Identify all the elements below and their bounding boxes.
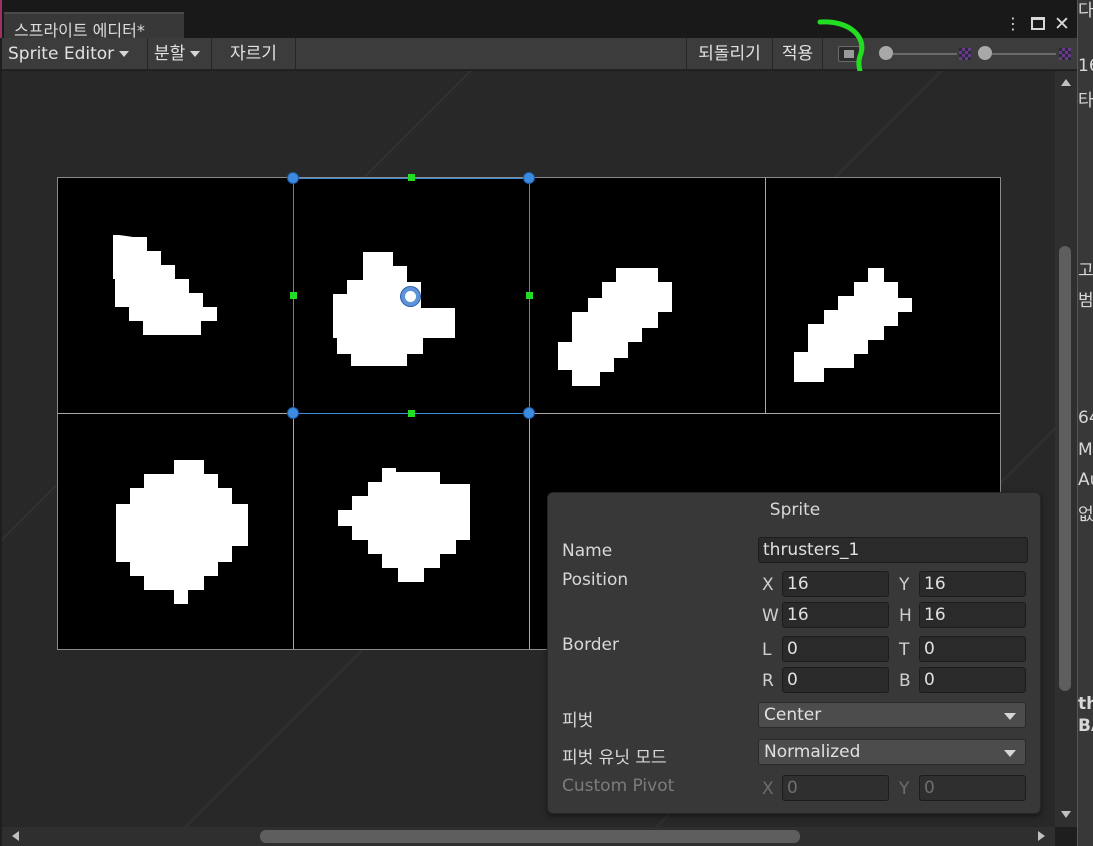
custom-pivot-y-field: 0 [919,775,1026,801]
trim-button[interactable]: 자르기 [212,38,296,70]
pivot-label: 피벗 [562,711,594,731]
inspector-text: 64 [1078,408,1093,428]
scroll-left-icon[interactable] [12,831,19,841]
slice-grid-line [765,178,766,414]
resize-handle-bottom-left[interactable] [287,407,299,419]
border-label: Border [562,635,619,655]
resize-handle-bottom-right[interactable] [523,407,535,419]
maximize-icon[interactable] [1028,14,1048,34]
revert-button[interactable]: 되돌리기 [687,38,773,70]
resize-handle-top-left[interactable] [287,172,299,184]
scroll-up-icon[interactable] [1061,79,1071,86]
l-axis-label: L [762,640,772,660]
chevron-down-icon [119,51,130,57]
name-label: Name [562,541,613,561]
resize-handle-right[interactable] [526,292,533,299]
mip-slider-knob[interactable] [978,46,992,60]
checker-large-icon [1059,48,1071,60]
scroll-right-icon[interactable] [1038,831,1045,841]
pivot-unit-mode-value: Normalized [764,742,861,762]
inspector-strip: 다 16 타 고 범 64 Mi Au 없 th BA [1077,0,1093,846]
sprite-thrusters-5[interactable] [336,468,496,618]
inspector-text: th [1078,694,1093,714]
position-y-field[interactable]: 16 [919,571,1026,597]
chevron-down-icon [1004,750,1016,757]
sprite-editor-toolbar: Sprite Editor 분할 자르기 되돌리기 적용 [2,38,1077,70]
checker-small-icon [959,48,971,60]
inspector-text: Au [1078,470,1093,490]
apply-button[interactable]: 적용 [773,38,823,70]
custom-pivot-label: Custom Pivot [562,776,675,796]
horizontal-scrollbar[interactable] [2,827,1055,846]
revert-label: 되돌리기 [698,44,761,64]
inspector-text: 16 [1078,56,1093,76]
sprite-properties-panel: Sprite Name thrusters_1 Position X 16 Y … [547,492,1041,814]
editor-mode-label: Sprite Editor [8,44,115,64]
sprite-thrusters-4[interactable] [116,458,256,628]
horizontal-scroll-thumb[interactable] [260,830,800,843]
scroll-down-icon[interactable] [1061,811,1071,818]
apply-label: 적용 [781,44,814,64]
editor-mode-dropdown[interactable]: Sprite Editor [2,38,148,70]
close-icon[interactable]: ✕ [1052,14,1072,34]
sprite-thrusters-0[interactable] [113,233,243,363]
border-r-field[interactable]: 0 [782,667,889,693]
w-axis-label: W [762,606,779,626]
kebab-menu-icon[interactable]: ⋮ [1003,14,1023,34]
pivot-value: Center [764,705,822,725]
inspector-text: 다 [1078,1,1093,21]
position-x-field[interactable]: 16 [782,571,889,597]
inspector-text: 고 [1078,261,1093,281]
chevron-down-icon [190,51,201,57]
vertical-scroll-thumb[interactable] [1059,246,1071,691]
sprite-thrusters-3[interactable] [792,266,922,396]
inspector-text: 없 [1078,505,1093,525]
h-axis-label: H [899,606,912,626]
zoom-slider-track[interactable] [893,53,957,55]
panel-title: Sprite [769,500,821,520]
trim-label: 자르기 [230,44,277,64]
inspector-text: 범 [1078,291,1093,311]
resize-handle-top-right[interactable] [523,172,535,184]
pivot-unit-mode-dropdown[interactable]: Normalized [758,739,1026,765]
size-h-field[interactable]: 16 [919,602,1026,628]
name-field[interactable]: thrusters_1 [758,537,1028,563]
y-axis-label: Y [899,575,910,595]
window-tab-strip: 스프라이트 에디터* ⋮ ✕ [0,0,1077,40]
chevron-down-icon [1004,713,1016,720]
custom-pivot-x-field: 0 [782,775,889,801]
t-axis-label: T [899,640,910,660]
pivot-handle[interactable] [401,287,420,306]
slice-dropdown[interactable]: 분할 [148,38,212,70]
pivot-dropdown[interactable]: Center [758,702,1026,728]
alpha-toggle-icon[interactable] [838,46,860,62]
sprite-thrusters-2[interactable] [556,266,686,396]
position-label: Position [562,570,629,590]
custom-pivot-x-label: X [762,779,774,799]
pivot-unit-mode-label: 피벗 유닛 모드 [562,748,667,768]
custom-pivot-y-label: Y [899,779,910,799]
sprite-editor-tab[interactable]: 스프라이트 에디터* [4,12,184,40]
resize-handle-left[interactable] [290,292,297,299]
resize-handle-bottom[interactable] [408,410,415,417]
x-axis-label: X [762,575,774,595]
inspector-text: Mi [1078,440,1093,460]
vertical-scrollbar[interactable] [1055,71,1077,827]
mip-slider-track[interactable] [992,53,1056,55]
size-w-field[interactable]: 16 [782,602,889,628]
border-t-field[interactable]: 0 [919,636,1026,662]
inspector-text: BA [1078,716,1093,736]
slice-label: 분할 [154,44,186,64]
resize-handle-top[interactable] [408,174,415,181]
r-axis-label: R [762,671,774,691]
border-b-field[interactable]: 0 [919,667,1026,693]
b-axis-label: B [899,671,911,691]
zoom-slider-knob[interactable] [879,46,893,60]
border-l-field[interactable]: 0 [782,636,889,662]
inspector-text: 타 [1078,91,1093,111]
